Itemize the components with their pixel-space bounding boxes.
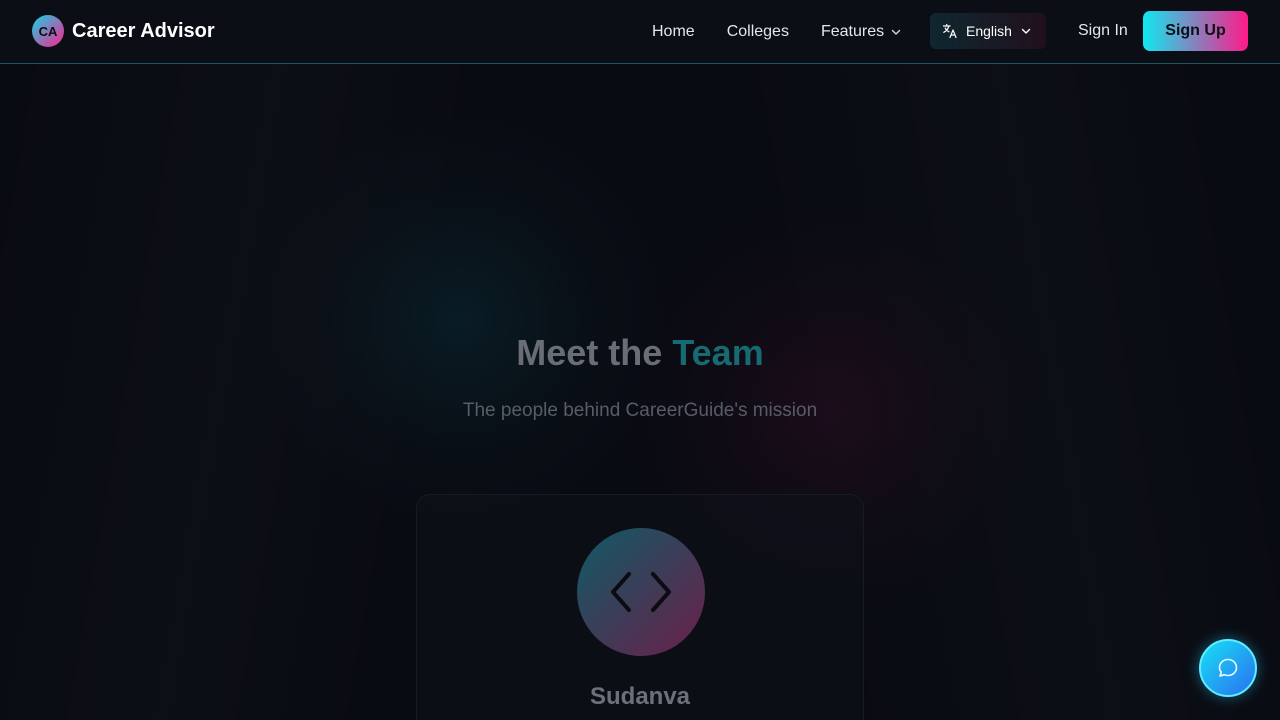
background-glow-cyan (250, 110, 670, 530)
chevron-down-icon (891, 29, 901, 35)
page-title-prefix: Meet the (516, 332, 663, 373)
nav-features-dropdown[interactable]: Features (821, 23, 902, 41)
chevron-down-icon (1021, 28, 1031, 34)
page-subtitle: The people behind CareerGuide's mission (462, 400, 818, 421)
avatar (577, 528, 705, 656)
language-selector[interactable]: English (930, 13, 1046, 49)
sign-up-button[interactable]: Sign Up (1143, 11, 1248, 51)
sign-in-link[interactable]: Sign In (1078, 22, 1128, 40)
page: CA Career Advisor Home Colleges Features… (0, 0, 1280, 720)
translate-icon (942, 23, 957, 39)
brand-logo: CA (32, 15, 64, 47)
nav-colleges-link[interactable]: Colleges (727, 23, 789, 41)
language-label: English (966, 23, 1012, 39)
nav-features-label: Features (820, 23, 885, 40)
chat-button[interactable] (1199, 639, 1257, 697)
chat-bubble-icon (1218, 658, 1238, 677)
team-member-card: Sudanva (416, 494, 864, 720)
page-title-accent: Team (672, 332, 764, 373)
brand-name: Career Advisor (72, 19, 215, 42)
page-title: Meet the Team (0, 332, 1280, 374)
main-nav: Home Colleges Features (652, 0, 934, 64)
nav-home-link[interactable]: Home (652, 23, 695, 41)
brand[interactable]: CA Career Advisor (32, 15, 215, 47)
team-member-name: Sudanva (589, 683, 691, 710)
code-icon (611, 572, 671, 612)
navbar: CA Career Advisor Home Colleges Features… (0, 0, 1280, 64)
